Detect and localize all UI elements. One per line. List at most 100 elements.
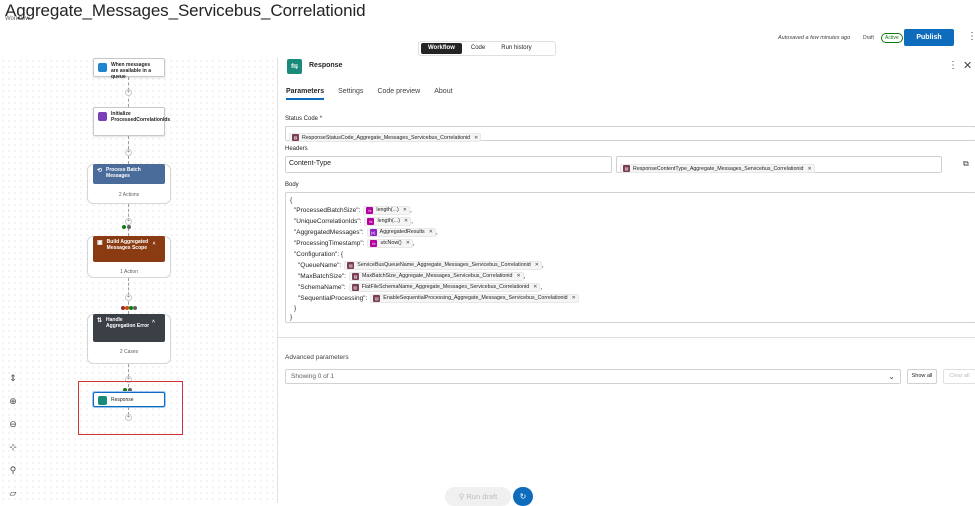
run-draft-button[interactable]: ⚲ Run draft xyxy=(445,487,511,506)
remove-icon[interactable]: ✕ xyxy=(429,229,433,235)
token-label: utcNow() xyxy=(380,240,402,246)
expression-token[interactable]: fx length(...) ✕ xyxy=(363,205,410,215)
parameter-token[interactable]: ▤ MaxBatchSize_Aggregate_Messages_Service… xyxy=(348,271,524,281)
parameter-icon: ▤ xyxy=(351,283,359,291)
advanced-parameters-label: Advanced parameters xyxy=(285,354,349,361)
fit-view-icon[interactable]: ⇕ xyxy=(6,371,20,385)
variable-token[interactable]: {x} AggregatedResults ✕ xyxy=(366,227,436,237)
init-label: Initialize ProcessedCorrelationIds xyxy=(111,111,171,123)
remove-icon[interactable]: ✕ xyxy=(533,284,537,290)
highlight-box xyxy=(78,381,183,435)
expression-token[interactable]: fx utcNow() ✕ xyxy=(367,238,413,248)
body-editor[interactable]: { "ProcessedBatchSize": fx length(...) ✕, "… xyxy=(285,192,975,323)
designer-canvas[interactable]: When messages are available in a queue +… xyxy=(0,58,277,503)
build-scope-node[interactable]: ▣ Build Aggregated Messages Scope ˄ xyxy=(93,236,165,262)
run-after-dot xyxy=(127,225,131,229)
tab-code-preview[interactable]: Code preview xyxy=(377,88,420,100)
foreach-icon: ⟲ xyxy=(97,168,103,174)
parameter-icon: ▤ xyxy=(351,272,359,280)
more-vertical-icon[interactable]: ⋮ xyxy=(967,31,975,42)
token-label: length(...) xyxy=(377,218,400,224)
body-line: "QueueName": ▤ ServiceBusQueueName_Aggrega… xyxy=(298,260,544,270)
minimap-icon[interactable]: ▱ xyxy=(6,486,20,500)
remove-icon[interactable]: ✕ xyxy=(535,262,539,268)
more-horizontal-icon[interactable]: ··· xyxy=(278,2,287,12)
remove-icon[interactable]: ✕ xyxy=(403,207,407,213)
tab-run-history[interactable]: Run history xyxy=(494,43,538,54)
body-line: "UniqueCorrelationIds": fx length(...) ✕, xyxy=(294,216,413,226)
json-key: "SchemaName": xyxy=(298,283,346,291)
body-line: "MaxBatchSize": ▤ MaxBatchSize_Aggregate_M… xyxy=(298,271,526,281)
json-key: "MaxBatchSize": xyxy=(298,272,346,280)
parameter-token[interactable]: ▤ FlatFileSchemaName_Aggregate_Messages_S… xyxy=(348,282,541,292)
handle-error-node[interactable]: ⇅ Handle Aggregation Error ˄ xyxy=(93,314,165,342)
zoom-in-icon[interactable]: ⊕ xyxy=(6,394,20,408)
view-tabs: Workflow Code Run history xyxy=(418,41,556,56)
remove-icon[interactable]: ✕ xyxy=(572,295,576,301)
tab-settings[interactable]: Settings xyxy=(338,88,363,100)
run-options-icon[interactable]: ↻ xyxy=(513,487,533,506)
function-icon: fx xyxy=(367,217,375,225)
chevron-up-icon[interactable]: ˄ xyxy=(152,319,155,325)
tab-parameters[interactable]: Parameters xyxy=(286,88,325,100)
chevron-down-icon: ⌄ xyxy=(888,372,895,381)
function-icon: fx xyxy=(366,206,374,214)
json-key: "UniqueCorrelationIds": xyxy=(294,217,362,225)
run-draft-label: Run draft xyxy=(466,492,498,501)
remove-icon[interactable]: ✕ xyxy=(406,240,410,246)
tab-code[interactable]: Code xyxy=(464,43,492,54)
trigger-label: When messages are available in a queue xyxy=(111,62,152,80)
parameter-token[interactable]: ▤ ResponseStatusCode_Aggregate_Messages_S… xyxy=(289,133,482,143)
json-key: "Configuration": { xyxy=(294,250,344,258)
close-icon[interactable]: ✕ xyxy=(963,59,972,72)
queue-icon xyxy=(98,63,107,72)
show-all-button[interactable]: Show all xyxy=(907,369,937,384)
process-label: Process Batch Messages xyxy=(106,167,141,179)
tab-workflow[interactable]: Workflow xyxy=(421,43,462,54)
body-line: { xyxy=(290,195,292,205)
build-count: 1 Action xyxy=(120,269,138,275)
chevron-up-icon[interactable]: ˄ xyxy=(153,241,156,247)
clear-all-button[interactable]: Clear all xyxy=(943,369,975,384)
response-node[interactable]: Response xyxy=(93,392,165,407)
remove-icon[interactable]: ✕ xyxy=(474,135,478,141)
center-icon[interactable]: ⊹ xyxy=(6,440,20,454)
headers-label: Headers xyxy=(285,146,308,152)
delete-header-icon[interactable]: ⧉ xyxy=(963,159,969,169)
publish-button[interactable]: Publish xyxy=(904,29,954,46)
add-step-icon[interactable]: + xyxy=(125,89,132,96)
remove-icon[interactable]: ✕ xyxy=(516,273,520,279)
token-label: FlatFileSchemaName_Aggregate_Messages_Se… xyxy=(361,284,530,290)
advanced-parameters-dropdown[interactable]: Showing 0 of 1 ⌄ xyxy=(285,369,901,384)
add-step-icon[interactable]: + xyxy=(125,218,132,225)
json-key: "ProcessingTimestamp": xyxy=(294,239,365,247)
response-label: Response xyxy=(111,397,134,403)
parameter-token[interactable]: ▤ EnableSequentialProcessing_Aggregate_Me… xyxy=(370,293,579,303)
header-value-field[interactable]: ▤ ResponseContentType_Aggregate_Messages_… xyxy=(616,156,942,174)
trigger-node[interactable]: When messages are available in a queue xyxy=(93,58,165,80)
draft-label: Draft xyxy=(863,35,874,41)
header-key-field[interactable]: Content-Type xyxy=(285,156,612,173)
parameter-icon: ▤ xyxy=(623,165,630,173)
process-batch-node[interactable]: ⟲ Process Batch Messages xyxy=(93,164,165,184)
remove-icon[interactable]: ✕ xyxy=(808,166,812,172)
remove-icon[interactable]: ✕ xyxy=(404,218,408,224)
variable-icon xyxy=(98,112,107,121)
brace: } xyxy=(290,313,293,321)
init-variable-node[interactable]: Initialize ProcessedCorrelationIds xyxy=(93,107,171,136)
parameter-token[interactable]: ▤ ResponseContentType_Aggregate_Messages_… xyxy=(620,164,815,174)
add-step-icon[interactable]: + xyxy=(125,414,132,421)
add-step-icon[interactable]: + xyxy=(125,149,132,156)
token-label: length(...) xyxy=(376,207,399,213)
expression-token[interactable]: fx length(...) ✕ xyxy=(364,216,412,226)
status-code-field[interactable]: ▤ ResponseStatusCode_Aggregate_Messages_S… xyxy=(285,126,975,143)
parameter-token[interactable]: ▤ ServiceBusQueueName_Aggregate_Messages_… xyxy=(344,260,542,270)
search-icon[interactable]: ⚲ xyxy=(6,463,20,477)
tab-about[interactable]: About xyxy=(434,88,452,100)
zoom-out-icon[interactable]: ⊖ xyxy=(6,417,20,431)
add-step-icon[interactable]: + xyxy=(125,294,132,301)
response-icon: ⇋ xyxy=(287,59,302,74)
top-bar: Aggregate_Messages_Servicebus_Correlatio… xyxy=(0,0,975,58)
more-vertical-icon[interactable]: ⋮ xyxy=(948,60,958,71)
parameter-icon: ▤ xyxy=(347,261,355,269)
